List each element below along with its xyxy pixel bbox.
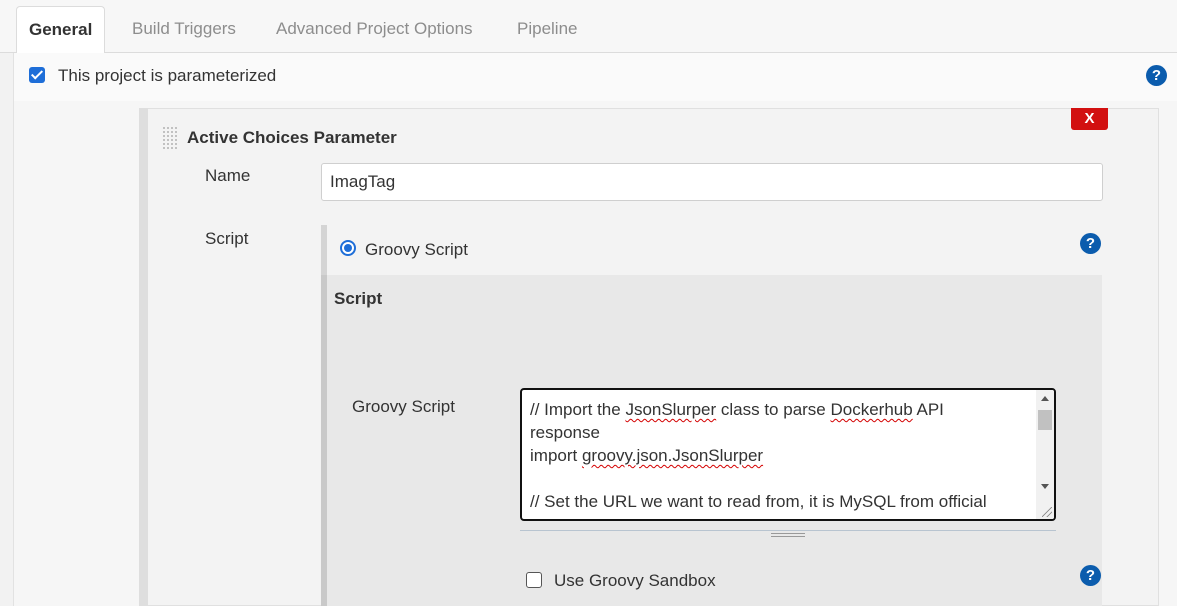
parameterized-label: This project is parameterized — [58, 66, 277, 85]
code-line: response — [530, 423, 600, 442]
textarea-scrollbar[interactable] — [1036, 390, 1054, 519]
script-label: Script — [205, 229, 249, 248]
groovy-script-radio[interactable] — [340, 240, 356, 256]
help-icon[interactable]: ? — [1080, 233, 1101, 254]
groovy-script-textarea[interactable]: // Import the JsonSlurper class to parse… — [520, 388, 1056, 521]
tab-bar: General Build Triggers Advanced Project … — [0, 0, 1177, 54]
tab-general[interactable]: General — [16, 6, 106, 54]
resize-grip-icon[interactable] — [771, 533, 805, 537]
use-groovy-sandbox-label: Use Groovy Sandbox — [554, 571, 716, 590]
tab-pipeline[interactable]: Pipeline — [517, 0, 578, 53]
tab-advanced-project-options[interactable]: Advanced Project Options — [276, 0, 473, 53]
code-line: // Set the URL we want to read from, it … — [530, 492, 987, 511]
code-content: // Import the JsonSlurper class to parse… — [530, 398, 1035, 513]
scroll-down-icon[interactable] — [1041, 484, 1049, 489]
scroll-up-icon[interactable] — [1041, 396, 1049, 401]
groovy-script-radio-label: Groovy Script — [365, 240, 468, 259]
script-section-title: Script — [334, 289, 383, 308]
card-rail — [139, 108, 148, 606]
parameterized-checkbox[interactable] — [29, 67, 45, 83]
script-inner-rail — [321, 275, 327, 606]
resize-icon[interactable] — [1042, 507, 1052, 517]
use-groovy-sandbox-checkbox[interactable] — [526, 572, 542, 588]
groovy-script-label: Groovy Script — [352, 397, 455, 416]
code-line: import groovy.json.JsonSlurper — [530, 446, 764, 465]
scroll-thumb[interactable] — [1038, 410, 1052, 430]
drag-grip-icon[interactable] — [162, 126, 178, 150]
code-line: // Import the JsonSlurper class to parse… — [530, 400, 944, 419]
help-icon[interactable]: ? — [1146, 65, 1167, 86]
delete-parameter-button[interactable]: X — [1071, 108, 1108, 130]
help-icon[interactable]: ? — [1080, 565, 1101, 586]
name-label: Name — [205, 166, 251, 185]
tab-build-triggers[interactable]: Build Triggers — [132, 0, 236, 53]
left-rail — [0, 53, 14, 606]
name-input[interactable]: ImagTag — [321, 163, 1103, 201]
parameter-title: Active Choices Parameter — [187, 128, 397, 147]
